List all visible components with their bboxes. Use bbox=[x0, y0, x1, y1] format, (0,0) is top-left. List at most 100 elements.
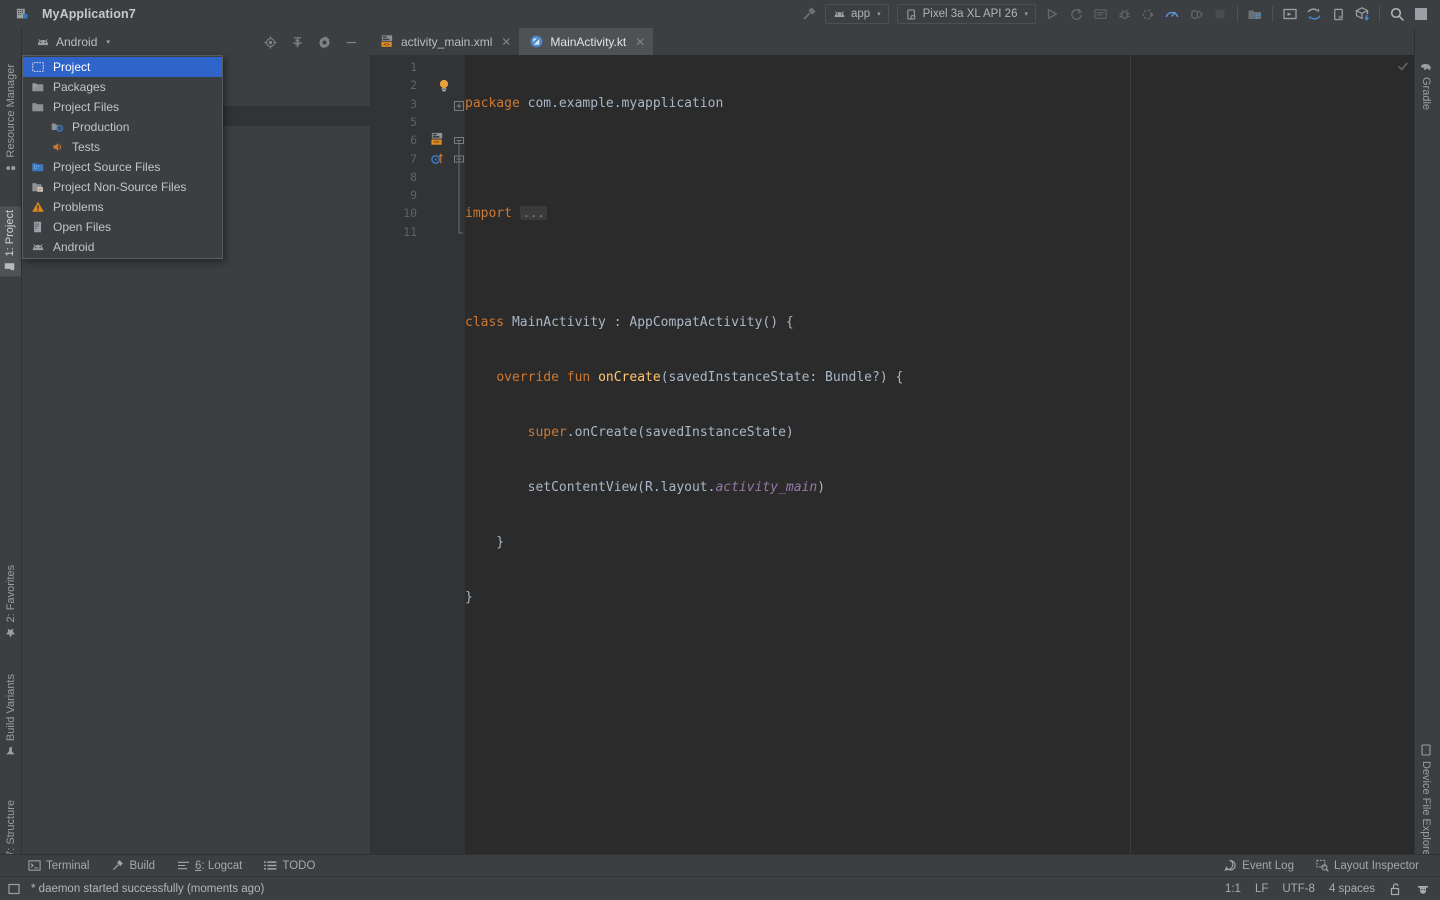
code-line-8: super.onCreate(savedInstanceState) bbox=[465, 424, 1414, 442]
folded-imports-placeholder[interactable]: ... bbox=[520, 206, 548, 220]
search-icon[interactable] bbox=[1385, 2, 1409, 26]
apply-code-changes-icon[interactable] bbox=[1088, 2, 1112, 26]
tool-window-logcat[interactable]: 6: Logcat bbox=[166, 855, 253, 877]
close-icon[interactable]: ✕ bbox=[635, 35, 645, 49]
terminal-icon bbox=[28, 859, 41, 872]
tool-window-event-log[interactable]: Event Log bbox=[1213, 855, 1305, 877]
menu-item-problems[interactable]: Problems bbox=[23, 197, 222, 217]
settings-gear-icon[interactable] bbox=[315, 33, 333, 51]
overriding-method-icon[interactable] bbox=[430, 151, 445, 166]
attach-debugger-icon[interactable] bbox=[1184, 2, 1208, 26]
run-configuration-selector[interactable]: app ▾ bbox=[825, 4, 889, 24]
device-label: Pixel 3a XL API 26 bbox=[923, 8, 1018, 20]
sidebar-item-resource-manager[interactable]: Resource Manager bbox=[2, 60, 20, 178]
tool-window-bar: Terminal Build 6: Logcat TODO bbox=[0, 854, 1440, 876]
project-icon bbox=[5, 261, 16, 272]
tool-window-label: Layout Inspector bbox=[1334, 860, 1419, 872]
editor-folding-column[interactable] bbox=[453, 55, 465, 857]
tool-window-build[interactable]: Build bbox=[100, 855, 166, 877]
intention-bulb-icon[interactable] bbox=[437, 78, 451, 94]
tool-window-label: Terminal bbox=[46, 860, 89, 872]
project-structure-icon[interactable] bbox=[1350, 2, 1374, 26]
tests-icon bbox=[49, 139, 65, 155]
layout-editor-icon[interactable] bbox=[1409, 2, 1433, 26]
project-panel-actions bbox=[261, 33, 370, 51]
code-content[interactable]: package com.example.myapplication import… bbox=[465, 55, 1414, 857]
status-bar: * daemon started successfully (moments a… bbox=[0, 876, 1440, 900]
run-icon[interactable] bbox=[1040, 2, 1064, 26]
sidebar-item-build-variants[interactable]: Build Variants bbox=[2, 670, 20, 761]
chevron-down-icon[interactable]: ▾ bbox=[106, 38, 110, 46]
layout-navigate-icon[interactable]: <> bbox=[430, 132, 445, 147]
sidebar-item-favorites[interactable]: 2: Favorites bbox=[2, 561, 20, 642]
line-number: 11 bbox=[403, 223, 417, 241]
hector-inspector-icon[interactable] bbox=[1416, 882, 1430, 896]
folder-icon bbox=[30, 99, 46, 115]
warning-triangle-icon bbox=[30, 199, 46, 215]
sidebar-label-structure: 7: Structure bbox=[5, 800, 17, 857]
tool-window-todo[interactable]: TODO bbox=[253, 855, 326, 877]
sidebar-item-device-file-explorer[interactable]: Device File Explorer bbox=[1417, 740, 1435, 863]
memory-indicator-icon[interactable] bbox=[0, 882, 21, 896]
sdk-manager-icon[interactable] bbox=[1243, 2, 1267, 26]
hammer-icon[interactable] bbox=[797, 2, 821, 26]
right-margin-guide bbox=[1130, 55, 1131, 857]
code-line-6: class MainActivity : AppCompatActivity()… bbox=[465, 314, 1414, 332]
collapse-all-icon[interactable] bbox=[288, 33, 306, 51]
packages-icon bbox=[30, 79, 46, 95]
editor-gutter[interactable]: 123567891011 bbox=[370, 55, 425, 857]
android-head-icon bbox=[30, 239, 46, 255]
sidebar-item-gradle[interactable]: Gradle bbox=[1417, 58, 1435, 114]
event-log-icon bbox=[1224, 859, 1237, 872]
device-icon bbox=[905, 8, 918, 21]
hide-panel-icon[interactable] bbox=[342, 33, 360, 51]
menu-item-open-files[interactable]: Open Files bbox=[23, 217, 222, 237]
project-view-selector[interactable]: Android ▾ bbox=[22, 35, 110, 49]
sync-gradle-icon[interactable] bbox=[1302, 2, 1326, 26]
avd-manager-icon[interactable] bbox=[1278, 2, 1302, 26]
menu-item-android[interactable]: Android bbox=[23, 237, 222, 257]
menu-item-project-files[interactable]: Project Files bbox=[23, 97, 222, 117]
menu-label: Android bbox=[53, 240, 94, 254]
sidebar-label-device-file-explorer: Device File Explorer bbox=[1420, 761, 1432, 859]
debug-icon[interactable] bbox=[1112, 2, 1136, 26]
production-icon bbox=[49, 119, 65, 135]
title-bar-left: MyApplication7 bbox=[0, 2, 136, 26]
profiler-icon[interactable] bbox=[1160, 2, 1184, 26]
chevron-down-icon[interactable]: ▾ bbox=[1024, 10, 1028, 18]
chevron-down-icon[interactable]: ▾ bbox=[877, 10, 881, 18]
gradle-elephant-icon bbox=[1420, 62, 1432, 72]
code-editor[interactable]: 123567891011 <> bbox=[370, 55, 1414, 857]
checkmark-ok-icon[interactable] bbox=[1396, 59, 1408, 71]
close-icon[interactable]: ✕ bbox=[501, 35, 511, 49]
code-line-3: import ... bbox=[465, 204, 1414, 222]
editor-gutter-icons[interactable]: <> bbox=[425, 55, 453, 857]
device-manager-icon[interactable] bbox=[1326, 2, 1350, 26]
tool-window-terminal[interactable]: Terminal bbox=[0, 855, 100, 877]
select-opened-file-icon[interactable] bbox=[261, 33, 279, 51]
line-separator[interactable]: LF bbox=[1255, 883, 1268, 895]
line-number: 7 bbox=[410, 150, 417, 168]
menu-item-project-source-files[interactable]: Project Source Files bbox=[23, 157, 222, 177]
code-line-1: package com.example.myapplication bbox=[465, 95, 1414, 113]
apply-changes-icon[interactable] bbox=[1064, 2, 1088, 26]
file-encoding[interactable]: UTF-8 bbox=[1282, 883, 1315, 895]
kotlin-icon bbox=[529, 34, 544, 49]
sidebar-item-project[interactable]: 1: Project bbox=[0, 206, 21, 276]
project-view-dropdown-menu[interactable]: Project Packages Project Files Productio… bbox=[22, 55, 223, 259]
menu-item-project-non-source-files[interactable]: Project Non-Source Files bbox=[23, 177, 222, 197]
left-tool-stripe: Resource Manager 1: Project 2: Favorites… bbox=[0, 28, 22, 857]
editor-tab-main-activity-kt[interactable]: MainActivity.kt ✕ bbox=[519, 28, 653, 55]
tool-window-layout-inspector[interactable]: Layout Inspector bbox=[1305, 855, 1430, 877]
caret-position[interactable]: 1:1 bbox=[1225, 883, 1241, 895]
menu-item-tests[interactable]: Tests bbox=[23, 137, 222, 157]
run-coverage-icon[interactable] bbox=[1136, 2, 1160, 26]
unlocked-padlock-icon[interactable] bbox=[1389, 882, 1402, 896]
menu-item-packages[interactable]: Packages bbox=[23, 77, 222, 97]
device-selector[interactable]: Pixel 3a XL API 26 ▾ bbox=[897, 4, 1036, 24]
editor-tab-activity-main-xml[interactable]: <> activity_main.xml ✕ bbox=[370, 28, 519, 55]
menu-item-project[interactable]: Project bbox=[23, 57, 222, 77]
stop-icon[interactable] bbox=[1208, 2, 1232, 26]
indent-setting[interactable]: 4 spaces bbox=[1329, 883, 1375, 895]
menu-item-production[interactable]: Production bbox=[23, 117, 222, 137]
